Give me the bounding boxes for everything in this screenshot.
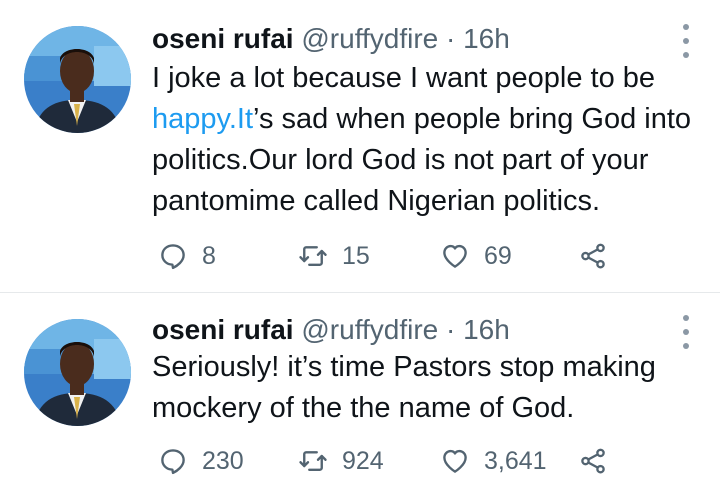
share-icon — [581, 448, 605, 474]
more-options-icon[interactable] — [682, 24, 690, 58]
tweet-header: oseni rufai @ruffydfire · 16h — [152, 313, 510, 347]
timestamp[interactable]: 16h — [463, 314, 510, 345]
reply-button[interactable]: 230 — [158, 443, 244, 479]
reply-count: 230 — [202, 446, 244, 475]
heart-icon — [443, 449, 467, 473]
tweet-actions: 230 924 3,641 — [158, 443, 618, 479]
like-count: 69 — [484, 241, 512, 270]
avatar-image — [24, 26, 131, 133]
more-options-icon[interactable] — [682, 315, 690, 349]
reply-icon — [161, 244, 185, 270]
avatar[interactable] — [24, 26, 131, 133]
avatar-image — [24, 319, 131, 426]
tweet-text: Seriously! it’s time Pastors stop making… — [152, 351, 656, 424]
retweet-button[interactable]: 15 — [298, 238, 370, 274]
heart-icon — [443, 244, 467, 268]
retweet-button[interactable]: 924 — [298, 443, 384, 479]
tweet-1[interactable]: oseni rufai @ruffydfire · 16h I joke a l… — [0, 0, 720, 292]
like-button[interactable]: 3,641 — [440, 443, 547, 479]
retweet-icon — [299, 246, 327, 266]
separator-dot: · — [446, 23, 456, 54]
tweet-actions: 8 15 69 — [158, 238, 618, 274]
share-icon — [581, 243, 605, 269]
share-button[interactable] — [578, 443, 608, 479]
like-count: 3,641 — [484, 446, 547, 475]
tweet-link[interactable]: happy.It — [152, 103, 253, 135]
retweet-count: 15 — [342, 241, 370, 270]
share-button[interactable] — [578, 238, 608, 274]
tweet-text-part: I joke a lot because I want people to be — [152, 62, 656, 94]
avatar[interactable] — [24, 319, 131, 426]
retweet-icon — [299, 451, 327, 471]
separator-dot: · — [446, 314, 456, 345]
author-handle[interactable]: @ruffydfire — [301, 23, 438, 54]
timestamp[interactable]: 16h — [463, 23, 510, 54]
tweet-header: oseni rufai @ruffydfire · 16h — [152, 22, 510, 56]
reply-count: 8 — [202, 241, 216, 270]
tweet-text: I joke a lot because I want people to be… — [152, 58, 697, 222]
tweet-2[interactable]: oseni rufai @ruffydfire · 16h Seriously!… — [0, 293, 720, 495]
author-name[interactable]: oseni rufai — [152, 314, 294, 345]
reply-button[interactable]: 8 — [158, 238, 216, 274]
author-handle[interactable]: @ruffydfire — [301, 314, 438, 345]
like-button[interactable]: 69 — [440, 238, 512, 274]
reply-icon — [161, 449, 185, 475]
author-name[interactable]: oseni rufai — [152, 23, 294, 54]
retweet-count: 924 — [342, 446, 384, 475]
